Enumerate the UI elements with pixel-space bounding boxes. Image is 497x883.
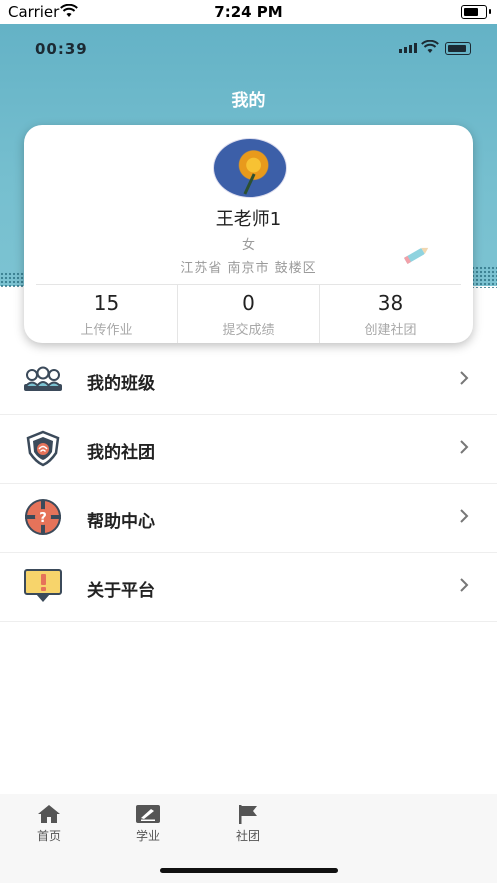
- user-name: 王老师1: [215, 209, 282, 230]
- stat-created-clubs[interactable]: 38 创建社团: [319, 285, 461, 343]
- stat-label: 提交成绩: [222, 323, 275, 338]
- chevron-right-icon: [460, 509, 469, 523]
- edit-pencil-icon[interactable]: [398, 243, 432, 267]
- stat-label: 创建社团: [364, 323, 417, 338]
- home-icon: [38, 805, 60, 823]
- inner-status-time: 00:39: [35, 40, 88, 58]
- stat-value: 38: [377, 291, 404, 315]
- menu-item-help-center[interactable]: ? 帮助中心: [0, 484, 497, 553]
- club-shield-icon: [26, 430, 60, 467]
- tab-club[interactable]: 社团: [218, 804, 278, 844]
- profile-card: 王老师1 女 江苏省 南京市 鼓楼区 15 上传作业 0 提交成绩 38 创建社…: [24, 125, 473, 343]
- inner-battery-icon: [445, 42, 471, 55]
- signal-icon: [399, 43, 417, 53]
- menu-label: 帮助中心: [87, 512, 155, 532]
- tab-study[interactable]: 学业: [118, 804, 178, 844]
- chevron-right-icon: [460, 578, 469, 592]
- home-indicator[interactable]: [160, 868, 338, 873]
- stat-value: 15: [93, 291, 120, 315]
- stat-label: 上传作业: [80, 323, 133, 338]
- battery-icon: [461, 5, 487, 19]
- menu-item-my-club[interactable]: 我的社团: [0, 415, 497, 484]
- menu-label: 我的班级: [87, 374, 155, 394]
- class-icon: [24, 366, 62, 391]
- tab-label: 社团: [235, 829, 260, 843]
- tab-label: 学业: [135, 829, 160, 843]
- help-icon: ?: [25, 499, 61, 535]
- about-icon: [24, 569, 62, 602]
- svg-text:?: ?: [39, 511, 47, 526]
- stat-value: 0: [242, 291, 255, 315]
- device-time: 7:24 PM: [214, 3, 283, 21]
- stat-uploaded-homework[interactable]: 15 上传作业: [36, 285, 177, 343]
- stat-submitted-grades[interactable]: 0 提交成绩: [177, 285, 319, 343]
- inner-wifi-icon: [421, 40, 439, 53]
- menu-label: 我的社团: [87, 443, 155, 463]
- device-status-bar: Carrier 7:24 PM: [0, 0, 497, 24]
- menu-label: 关于平台: [87, 581, 155, 601]
- menu-item-about-platform[interactable]: 关于平台: [0, 553, 497, 622]
- menu-item-my-class[interactable]: 我的班级: [0, 346, 497, 415]
- avatar[interactable]: [213, 138, 287, 198]
- tab-label: 首页: [36, 829, 61, 843]
- stats-row: 15 上传作业 0 提交成绩 38 创建社团: [36, 284, 461, 343]
- tab-home[interactable]: 首页: [19, 804, 79, 844]
- page-title: 我的: [231, 91, 266, 111]
- settings-menu: 我的班级 我的社团 ? 帮助中心 关于平台: [0, 346, 497, 622]
- flag-icon: [239, 805, 257, 824]
- decorative-dots: [0, 272, 24, 288]
- chevron-right-icon: [460, 371, 469, 385]
- study-icon: [136, 805, 160, 823]
- chevron-right-icon: [460, 440, 469, 454]
